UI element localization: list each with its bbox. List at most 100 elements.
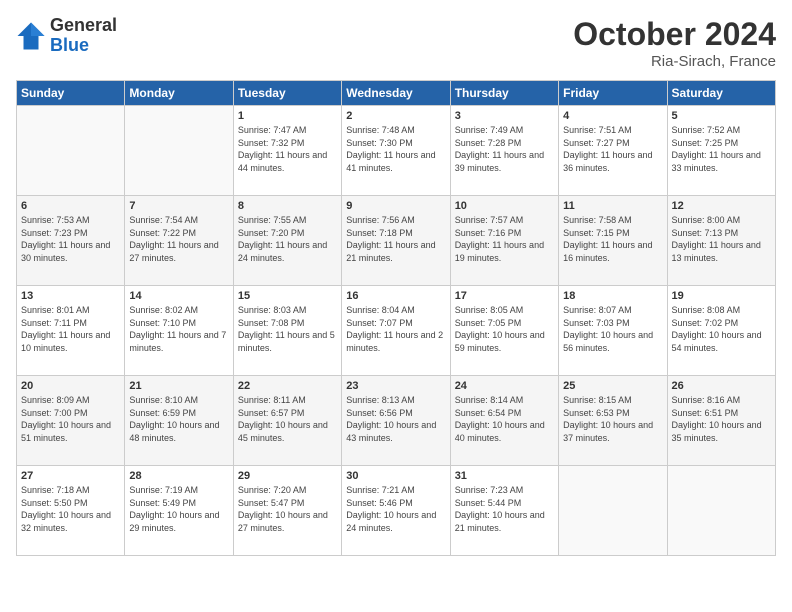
day-info: Sunrise: 8:04 AMSunset: 7:07 PMDaylight:… bbox=[346, 304, 445, 354]
calendar-cell: 21 Sunrise: 8:10 AMSunset: 6:59 PMDayligh… bbox=[125, 376, 233, 466]
logo-icon bbox=[16, 21, 46, 51]
calendar-cell: 8 Sunrise: 7:55 AMSunset: 7:20 PMDaylight… bbox=[233, 196, 341, 286]
day-info: Sunrise: 8:08 AMSunset: 7:02 PMDaylight:… bbox=[672, 304, 771, 354]
day-info: Sunrise: 7:57 AMSunset: 7:16 PMDaylight:… bbox=[455, 214, 554, 264]
calendar-cell: 10 Sunrise: 7:57 AMSunset: 7:16 PMDayligh… bbox=[450, 196, 558, 286]
col-tuesday: Tuesday bbox=[233, 81, 341, 106]
calendar-header: Sunday Monday Tuesday Wednesday Thursday… bbox=[17, 81, 776, 106]
calendar-cell: 17Sunrise: 8:05 AMSunset: 7:05 PMDayligh… bbox=[450, 286, 558, 376]
calendar-cell: 23Sunrise: 8:13 AMSunset: 6:56 PMDayligh… bbox=[342, 376, 450, 466]
day-number: 2 bbox=[346, 110, 445, 122]
day-number: 30 bbox=[346, 470, 445, 482]
day-number: 9 bbox=[346, 200, 445, 212]
day-info: Sunrise: 8:03 AMSunset: 7:08 PMDaylight:… bbox=[238, 304, 337, 354]
day-info: Sunrise: 8:10 AMSunset: 6:59 PMDaylight:… bbox=[129, 394, 228, 444]
week-row-2: 6Sunrise: 7:53 AMSunset: 7:23 PMDaylight… bbox=[17, 196, 776, 286]
title-section: October 2024 Ria-Sirach, France bbox=[573, 16, 776, 70]
day-info: Sunrise: 7:55 AMSunset: 7:20 PMDaylight:… bbox=[238, 214, 337, 264]
day-number: 17 bbox=[455, 290, 554, 302]
day-number: 28 bbox=[129, 470, 228, 482]
calendar-cell: 25 Sunrise: 8:15 AMSunset: 6:53 PMDayligh… bbox=[559, 376, 667, 466]
day-number: 25 bbox=[563, 380, 662, 392]
day-info: Sunrise: 7:54 AMSunset: 7:22 PMDaylight:… bbox=[129, 214, 228, 264]
calendar-cell: 12 Sunrise: 8:00 AMSunset: 7:13 PMDayligh… bbox=[667, 196, 775, 286]
calendar-cell: 28 Sunrise: 7:19 AMSunset: 5:49 PMDayligh… bbox=[125, 466, 233, 556]
day-info: Sunrise: 8:01 AMSunset: 7:11 PMDaylight:… bbox=[21, 304, 120, 354]
day-number: 7 bbox=[129, 200, 228, 212]
col-wednesday: Wednesday bbox=[342, 81, 450, 106]
day-info: Sunrise: 7:48 AMSunset: 7:30 PMDaylight:… bbox=[346, 124, 445, 174]
col-friday: Friday bbox=[559, 81, 667, 106]
calendar-cell: 14 Sunrise: 8:02 AMSunset: 7:10 PMDayligh… bbox=[125, 286, 233, 376]
header-row: Sunday Monday Tuesday Wednesday Thursday… bbox=[17, 81, 776, 106]
day-number: 16 bbox=[346, 290, 445, 302]
calendar-cell: 1Sunrise: 7:47 AMSunset: 7:32 PMDaylight… bbox=[233, 106, 341, 196]
calendar-cell: 29Sunrise: 7:20 AMSunset: 5:47 PMDayligh… bbox=[233, 466, 341, 556]
location: Ria-Sirach, France bbox=[573, 53, 776, 70]
day-number: 31 bbox=[455, 470, 554, 482]
col-sunday: Sunday bbox=[17, 81, 125, 106]
col-thursday: Thursday bbox=[450, 81, 558, 106]
calendar-cell: 18Sunrise: 8:07 AMSunset: 7:03 PMDayligh… bbox=[559, 286, 667, 376]
day-info: Sunrise: 7:21 AMSunset: 5:46 PMDaylight:… bbox=[346, 484, 445, 534]
day-number: 3 bbox=[455, 110, 554, 122]
calendar-cell bbox=[17, 106, 125, 196]
day-info: Sunrise: 8:09 AMSunset: 7:00 PMDaylight:… bbox=[21, 394, 120, 444]
day-number: 12 bbox=[672, 200, 771, 212]
day-info: Sunrise: 7:18 AMSunset: 5:50 PMDaylight:… bbox=[21, 484, 120, 534]
calendar-cell: 11Sunrise: 7:58 AMSunset: 7:15 PMDayligh… bbox=[559, 196, 667, 286]
day-info: Sunrise: 7:56 AMSunset: 7:18 PMDaylight:… bbox=[346, 214, 445, 264]
calendar-cell bbox=[559, 466, 667, 556]
col-monday: Monday bbox=[125, 81, 233, 106]
calendar-cell: 27 Sunrise: 7:18 AMSunset: 5:50 PMDayligh… bbox=[17, 466, 125, 556]
day-number: 24 bbox=[455, 380, 554, 392]
week-row-1: 1Sunrise: 7:47 AMSunset: 7:32 PMDaylight… bbox=[17, 106, 776, 196]
calendar-cell: 24 Sunrise: 8:14 AMSunset: 6:54 PMDayligh… bbox=[450, 376, 558, 466]
day-info: Sunrise: 8:02 AMSunset: 7:10 PMDaylight:… bbox=[129, 304, 228, 354]
day-info: Sunrise: 7:23 AMSunset: 5:44 PMDaylight:… bbox=[455, 484, 554, 534]
day-info: Sunrise: 8:15 AMSunset: 6:53 PMDaylight:… bbox=[563, 394, 662, 444]
calendar-cell: 22 Sunrise: 8:11 AMSunset: 6:57 PMDayligh… bbox=[233, 376, 341, 466]
day-info: Sunrise: 8:16 AMSunset: 6:51 PMDaylight:… bbox=[672, 394, 771, 444]
calendar-cell: 26 Sunrise: 8:16 AMSunset: 6:51 PMDayligh… bbox=[667, 376, 775, 466]
day-number: 14 bbox=[129, 290, 228, 302]
col-saturday: Saturday bbox=[667, 81, 775, 106]
calendar-cell: 2 Sunrise: 7:48 AMSunset: 7:30 PMDaylight… bbox=[342, 106, 450, 196]
day-number: 8 bbox=[238, 200, 337, 212]
day-number: 29 bbox=[238, 470, 337, 482]
day-number: 5 bbox=[672, 110, 771, 122]
day-info: Sunrise: 7:52 AMSunset: 7:25 PMDaylight:… bbox=[672, 124, 771, 174]
logo-text: General Blue bbox=[50, 16, 117, 56]
page-header: General Blue October 2024 Ria-Sirach, Fr… bbox=[16, 16, 776, 70]
calendar-cell: 9 Sunrise: 7:56 AMSunset: 7:18 PMDaylight… bbox=[342, 196, 450, 286]
calendar-cell bbox=[667, 466, 775, 556]
day-number: 19 bbox=[672, 290, 771, 302]
month-title: October 2024 bbox=[573, 16, 776, 53]
calendar-cell bbox=[125, 106, 233, 196]
week-row-5: 27 Sunrise: 7:18 AMSunset: 5:50 PMDayligh… bbox=[17, 466, 776, 556]
calendar-cell: 5 Sunrise: 7:52 AMSunset: 7:25 PMDaylight… bbox=[667, 106, 775, 196]
day-info: Sunrise: 7:51 AMSunset: 7:27 PMDaylight:… bbox=[563, 124, 662, 174]
calendar-cell: 13Sunrise: 8:01 AMSunset: 7:11 PMDayligh… bbox=[17, 286, 125, 376]
day-info: Sunrise: 7:19 AMSunset: 5:49 PMDaylight:… bbox=[129, 484, 228, 534]
day-number: 10 bbox=[455, 200, 554, 212]
calendar-cell: 31 Sunrise: 7:23 AMSunset: 5:44 PMDayligh… bbox=[450, 466, 558, 556]
day-number: 11 bbox=[563, 200, 662, 212]
day-info: Sunrise: 7:47 AMSunset: 7:32 PMDaylight:… bbox=[238, 124, 337, 174]
day-number: 26 bbox=[672, 380, 771, 392]
day-info: Sunrise: 8:11 AMSunset: 6:57 PMDaylight:… bbox=[238, 394, 337, 444]
logo-blue: Blue bbox=[50, 36, 117, 56]
day-info: Sunrise: 8:14 AMSunset: 6:54 PMDaylight:… bbox=[455, 394, 554, 444]
day-number: 27 bbox=[21, 470, 120, 482]
day-number: 15 bbox=[238, 290, 337, 302]
calendar-cell: 3Sunrise: 7:49 AMSunset: 7:28 PMDaylight… bbox=[450, 106, 558, 196]
day-number: 22 bbox=[238, 380, 337, 392]
day-info: Sunrise: 7:53 AMSunset: 7:23 PMDaylight:… bbox=[21, 214, 120, 264]
calendar-cell: 4Sunrise: 7:51 AMSunset: 7:27 PMDaylight… bbox=[559, 106, 667, 196]
day-info: Sunrise: 8:00 AMSunset: 7:13 PMDaylight:… bbox=[672, 214, 771, 264]
day-number: 21 bbox=[129, 380, 228, 392]
day-info: Sunrise: 8:07 AMSunset: 7:03 PMDaylight:… bbox=[563, 304, 662, 354]
calendar-table: Sunday Monday Tuesday Wednesday Thursday… bbox=[16, 80, 776, 556]
calendar-cell: 19 Sunrise: 8:08 AMSunset: 7:02 PMDayligh… bbox=[667, 286, 775, 376]
calendar-body: 1Sunrise: 7:47 AMSunset: 7:32 PMDaylight… bbox=[17, 106, 776, 556]
